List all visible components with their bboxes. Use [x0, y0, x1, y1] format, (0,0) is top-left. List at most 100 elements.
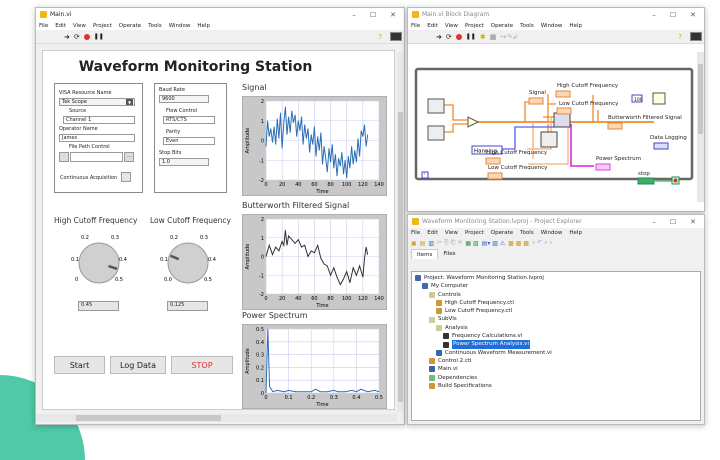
high-cutoff-control[interactable]	[485, 157, 501, 165]
source-ring[interactable]: Channel 1	[63, 116, 135, 124]
menu-tools[interactable]: Tools	[148, 23, 162, 29]
menu-window[interactable]: Window	[541, 230, 563, 236]
menu-edit[interactable]: Edit	[55, 23, 66, 29]
butterworth-indicator[interactable]	[607, 122, 623, 130]
low-cutoff-control[interactable]	[487, 172, 503, 180]
tree-item[interactable]: SubVIs	[415, 315, 697, 323]
save-all-icon[interactable]: ▥	[428, 240, 434, 247]
dropdown-arrow-icon[interactable]: ▼	[126, 99, 133, 105]
menu-tools[interactable]: Tools	[520, 230, 534, 236]
high-cutoff-knob[interactable]: 0 0.1 0.2 0.3 0.4 0.5	[69, 231, 129, 291]
wait-function[interactable]	[652, 92, 666, 105]
build-icons[interactable]: ▦ ▧	[465, 240, 478, 247]
close-icon[interactable]: ✕	[390, 11, 396, 19]
help-icon[interactable]: ?	[378, 33, 382, 41]
vertical-scrollbar[interactable]	[397, 52, 404, 412]
tree-item[interactable]: Project: Waveform Monitoring Station.lvp…	[415, 274, 697, 282]
new-icon[interactable]: ▣	[411, 240, 417, 247]
menu-view[interactable]: View	[445, 230, 458, 236]
maximize-icon[interactable]: ☐	[670, 218, 676, 226]
tree-item[interactable]: Low Cutoff Frequency.ctl	[415, 307, 697, 315]
knob-dial[interactable]	[167, 242, 209, 284]
connector-pane-icon[interactable]	[390, 32, 402, 41]
tree-item[interactable]: Dependencies	[415, 374, 697, 382]
run-arrow-icon[interactable]: ➜	[436, 33, 442, 41]
simulate-signal-2[interactable]	[427, 125, 445, 141]
stop-terminal[interactable]	[637, 177, 655, 185]
run-arrow-icon[interactable]: ➜	[64, 33, 70, 41]
menu-view[interactable]: View	[73, 23, 86, 29]
abort-icon[interactable]	[83, 33, 90, 40]
browse-button[interactable]: …	[124, 152, 134, 162]
maximize-icon[interactable]: ☐	[670, 11, 676, 19]
pause-icon[interactable]: ❚❚	[94, 33, 104, 40]
pause-icon[interactable]: ❚❚	[466, 33, 476, 40]
search-icons[interactable]: ⌕ ↶ ⌕ ⌕	[532, 239, 553, 247]
maximize-icon[interactable]: ☐	[370, 11, 376, 19]
high-cutoff-value[interactable]: 0.45	[78, 301, 119, 311]
tree-item[interactable]: Continuous Waveform Measurement.vi	[415, 349, 697, 357]
vertical-scrollbar[interactable]	[697, 52, 704, 202]
simulate-signal-1[interactable]	[427, 98, 445, 114]
tree-item[interactable]: Analysis	[415, 324, 697, 332]
data-logging-indicator[interactable]	[653, 142, 669, 150]
menu-view[interactable]: View	[445, 23, 458, 29]
tree-item[interactable]: My Computer	[415, 282, 697, 290]
minimize-icon[interactable]: –	[652, 218, 656, 226]
power-spectrum-indicator[interactable]	[595, 163, 611, 171]
browse-folder-icon[interactable]	[59, 152, 69, 162]
folder-icons[interactable]: ▩ ▩ ▩	[508, 240, 529, 247]
tree-item[interactable]: Build Specifications	[415, 382, 697, 390]
start-button[interactable]: Start	[54, 356, 105, 374]
menu-help[interactable]: Help	[569, 23, 582, 29]
stop-button[interactable]: STOP	[171, 356, 233, 374]
menu-file[interactable]: File	[39, 23, 48, 29]
operator-input[interactable]: James	[59, 134, 135, 142]
menu-help[interactable]: Help	[569, 230, 582, 236]
retain-wire-values-icon[interactable]: ▦	[490, 33, 497, 41]
spectrum-vi[interactable]	[540, 131, 558, 148]
abort-icon[interactable]	[455, 33, 462, 40]
high-cutoff-indicator[interactable]	[555, 90, 571, 98]
menu-file[interactable]: File	[411, 23, 420, 29]
low-cutoff-indicator[interactable]	[556, 107, 572, 115]
step-icons[interactable]: ↪↷↲	[500, 33, 518, 41]
view-icons[interactable]: ▤▾ ▨ ⚠	[482, 240, 506, 247]
stop-bits-input[interactable]: 1.0	[159, 158, 209, 166]
menu-edit[interactable]: Edit	[427, 23, 438, 29]
low-cutoff-value[interactable]: 0.125	[167, 301, 208, 311]
tree-item[interactable]: Frequency Calculations.vi	[415, 332, 697, 340]
cut-copy-paste-delete-icons[interactable]: ✂ ⎘ ⎗ ✕	[437, 239, 462, 247]
menu-edit[interactable]: Edit	[427, 230, 438, 236]
minimize-icon[interactable]: –	[652, 11, 656, 19]
menu-help[interactable]: Help	[197, 23, 210, 29]
add-function[interactable]	[467, 116, 480, 128]
continuous-checkbox[interactable]	[121, 172, 131, 182]
menu-project[interactable]: Project	[465, 230, 484, 236]
close-icon[interactable]: ✕	[690, 11, 696, 19]
tree-item[interactable]: Control 2.ctl	[415, 357, 697, 365]
menu-project[interactable]: Project	[465, 23, 484, 29]
menu-operate[interactable]: Operate	[491, 23, 513, 29]
tree-item[interactable]: High Cutoff Frequency.ctl	[415, 299, 697, 307]
menu-operate[interactable]: Operate	[119, 23, 141, 29]
menu-window[interactable]: Window	[169, 23, 191, 29]
close-icon[interactable]: ✕	[690, 218, 696, 226]
filter-vi[interactable]	[553, 112, 571, 128]
log-data-button[interactable]: Log Data	[110, 356, 166, 374]
menu-tools[interactable]: Tools	[520, 23, 534, 29]
horizontal-scrollbar[interactable]	[36, 414, 397, 422]
visa-resource-select[interactable]: Tek Scope ▼	[59, 98, 135, 106]
signal-indicator[interactable]	[528, 97, 544, 105]
minimize-icon[interactable]: –	[352, 11, 356, 19]
tree-item[interactable]: Power Spectrum Analysis.vi	[415, 340, 697, 349]
knob-dial[interactable]	[78, 242, 120, 284]
baud-input[interactable]: 9600	[159, 95, 209, 103]
menu-file[interactable]: File	[411, 230, 420, 236]
tree-item[interactable]: Controls	[415, 291, 697, 299]
flow-ring[interactable]: RTS/CTS	[163, 116, 215, 124]
file-path-input[interactable]	[70, 152, 123, 162]
run-continuous-icon[interactable]: ⟳	[74, 33, 80, 41]
menu-window[interactable]: Window	[541, 23, 563, 29]
help-icon[interactable]: ?	[678, 33, 682, 41]
